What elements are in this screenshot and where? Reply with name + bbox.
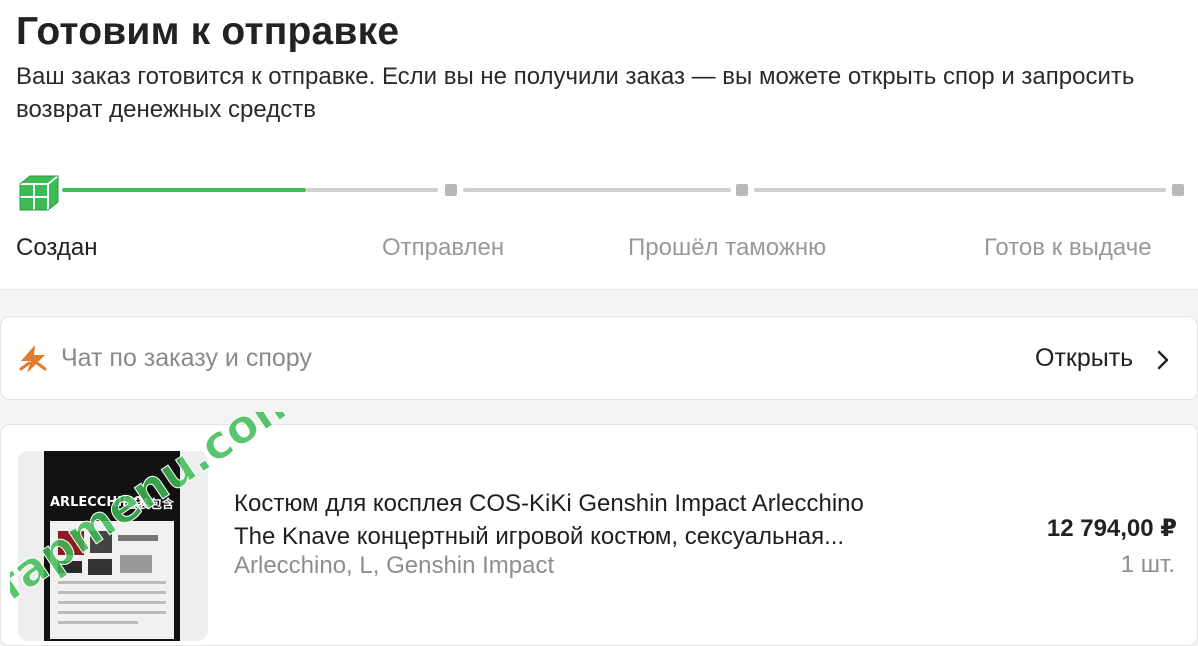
order-item-card[interactable]: ARLECCHINO 套装包含 Костюм для косплея COS-K… [0, 424, 1198, 646]
product-quantity: 1 шт. [1120, 551, 1175, 578]
product-poster: ARLECCHINO 套装包含 [44, 451, 180, 641]
progress-track-pending [463, 188, 731, 192]
stage-created-label: Создан [16, 234, 98, 261]
lightning-chat-icon [19, 345, 47, 373]
progress-track-active [62, 188, 306, 192]
order-status-card: Готовим к отправке Ваш заказ готовится к… [0, 0, 1198, 290]
stage-ready-label: Готов к выдаче [984, 234, 1152, 261]
stage-customs-label: Прошёл таможню [628, 234, 827, 261]
status-description: Ваш заказ готовится к отправке. Если вы … [16, 63, 1135, 123]
product-variant: Arlecchino, L, Genshin Impact [234, 552, 555, 579]
box-icon [19, 175, 59, 211]
product-title-line-1: Костюм для косплея COS-KiKi Genshin Impa… [234, 490, 864, 517]
open-chat-link[interactable]: Открыть [1035, 344, 1133, 373]
progress-dot [736, 184, 748, 196]
product-title-line-2: The Knave концертный игровой костюм, сек… [234, 523, 845, 550]
stage-shipped-label: Отправлен [382, 234, 505, 261]
poster-tag: 套装包含 [126, 497, 175, 511]
page-title: Готовим к отправке [16, 10, 400, 53]
chevron-right-icon[interactable] [1153, 348, 1173, 372]
order-chat-row[interactable]: Чат по заказу и спору Открыть [0, 316, 1198, 400]
product-image[interactable]: ARLECCHINO 套装包含 [18, 451, 208, 641]
progress-dot [1172, 184, 1184, 196]
poster-graphics [46, 489, 178, 639]
product-price: 12 794,00 ₽ [1046, 515, 1177, 542]
product-title[interactable]: Костюм для косплея COS-KiKi Genshin Impa… [234, 487, 974, 553]
progress-track-pending [306, 188, 438, 192]
chat-label: Чат по заказу и спору [61, 344, 312, 372]
progress-track-pending [754, 188, 1166, 192]
progress-dot [445, 184, 457, 196]
